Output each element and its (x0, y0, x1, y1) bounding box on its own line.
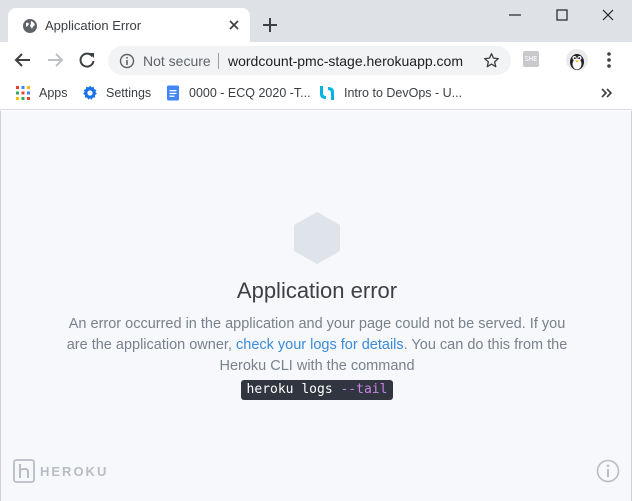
page-content: Application error An error occurred in t… (0, 111, 632, 501)
check-logs-link[interactable]: check your logs for details (236, 337, 404, 353)
udacity-icon (320, 86, 334, 100)
profile-avatar[interactable] (566, 49, 588, 71)
bookmark-label: Intro to DevOps - U... (344, 86, 463, 100)
bookmark-label: Apps (39, 86, 68, 100)
tab-title: Application Error (45, 18, 142, 33)
minimize-icon[interactable] (506, 6, 524, 24)
tab-close-icon[interactable] (226, 17, 242, 33)
bookmark-apps[interactable]: Apps (15, 78, 68, 108)
cli-command: heroku logs --tail (240, 380, 394, 400)
page-title: Application error (236, 278, 398, 303)
back-arrow-icon[interactable] (14, 51, 32, 69)
url-text[interactable]: wordcount-pmc-stage.herokuapp.com (228, 53, 463, 69)
address-bar[interactable]: Not secure wordcount-pmc-stage.herokuapp… (108, 46, 511, 75)
command-flag: --tail (340, 382, 388, 397)
close-window-icon[interactable] (599, 6, 617, 24)
window-titlebar: Application Error (0, 0, 632, 42)
maximize-icon[interactable] (553, 6, 571, 24)
bookmark-label: Settings (106, 86, 152, 100)
docs-icon (167, 85, 179, 101)
info-circle-icon[interactable] (119, 53, 135, 69)
extension-icon[interactable]: SHE (523, 51, 539, 67)
bookmark-label: 0000 - ECQ 2020 -T... (189, 86, 311, 100)
heroku-wordmark: HEROKU (40, 463, 109, 479)
bookmark-ecq-doc[interactable]: 0000 - ECQ 2020 -T... (165, 78, 311, 108)
bookmark-settings[interactable]: Settings (82, 78, 151, 108)
hexagon-icon (294, 212, 340, 264)
reload-icon[interactable] (78, 51, 96, 69)
gear-icon (83, 85, 97, 100)
globe-icon (23, 19, 37, 33)
bookmarks-overflow-icon[interactable] (599, 86, 613, 100)
penguin-avatar-icon (570, 54, 584, 70)
info-icon[interactable] (596, 459, 620, 483)
error-message: An error occurred in the application and… (61, 314, 573, 400)
command-base: heroku logs (246, 382, 341, 397)
bookmarks-bar: Apps Settings 0000 - ECQ 2020 -T... Intr… (0, 78, 632, 110)
bookmark-star-icon[interactable] (483, 52, 500, 69)
security-status[interactable]: Not secure (143, 53, 211, 69)
heroku-logo[interactable]: HEROKU (13, 459, 108, 483)
omnibox-divider (218, 53, 219, 69)
apps-grid-icon (16, 86, 30, 100)
forward-arrow-icon[interactable] (46, 51, 64, 69)
kebab-menu-icon[interactable] (601, 51, 617, 69)
new-tab-icon[interactable] (262, 17, 278, 33)
heroku-logo-icon (13, 459, 35, 483)
bookmark-devops[interactable]: Intro to DevOps - U... (318, 78, 462, 108)
browser-tab[interactable]: Application Error (8, 8, 250, 42)
